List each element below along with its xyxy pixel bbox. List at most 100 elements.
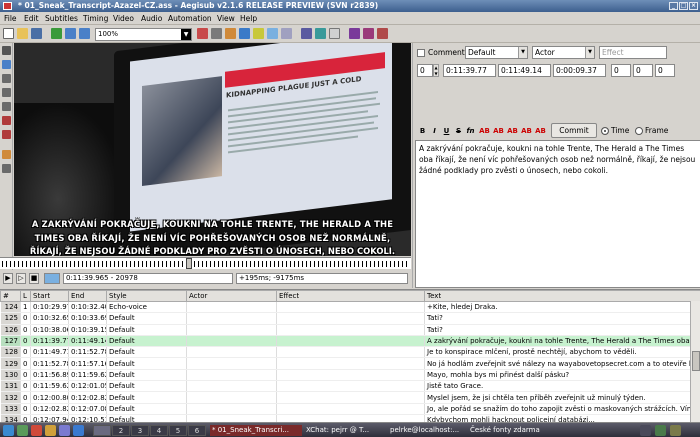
table-row[interactable]: 124 1 0:10:29.97 0:10:32.40 Echo-voice +Kite,… [0, 301, 700, 314]
video-seek-slider[interactable] [0, 257, 411, 269]
menu-audio[interactable]: Audio [141, 14, 162, 23]
vector-clip-icon[interactable] [2, 130, 11, 139]
layer-field[interactable]: 0 [417, 64, 433, 77]
underline-button[interactable]: U [441, 126, 452, 137]
kanji-timer-icon[interactable] [315, 28, 326, 39]
standard-tool-icon[interactable] [2, 46, 11, 55]
zoom-in-icon[interactable] [65, 28, 76, 39]
desktop-4[interactable]: 4 [150, 425, 168, 436]
grid-tag-icon[interactable] [349, 28, 360, 39]
desktop-2[interactable]: 2 [112, 425, 130, 436]
menu-file[interactable]: File [4, 14, 17, 23]
task-aegisub[interactable]: * 01_Sneak_Transcri... [210, 425, 302, 436]
italic-button[interactable]: I [429, 126, 440, 137]
table-row[interactable]: 125 0 0:10:32.65 0:10:33.69 Default Tati? [0, 312, 700, 325]
actor-select[interactable]: Actor ▼ [532, 46, 595, 59]
close-button[interactable]: × [689, 2, 698, 10]
play-icon[interactable]: ▶ [3, 273, 13, 284]
menu-video[interactable]: Video [113, 14, 134, 23]
time-radio[interactable] [601, 127, 609, 135]
task-fonts[interactable]: České fonty zdarma [468, 425, 548, 436]
kde-menu-icon[interactable] [3, 425, 14, 436]
video-display[interactable]: KIDNAPPING PLAGUE JUST A COLD A ZAKRÝVÁN… [14, 43, 411, 256]
grid-tag-hide-icon[interactable] [363, 28, 374, 39]
video-position-field[interactable]: 0:11:39.965 - 20978 [63, 273, 233, 284]
drag-tool-icon[interactable] [2, 60, 11, 69]
styles-manager-icon[interactable] [211, 28, 222, 39]
desktop-3[interactable]: 3 [131, 425, 149, 436]
margin-vertical-field[interactable]: 0 [655, 64, 675, 77]
attachments-icon[interactable] [225, 28, 236, 39]
primary-color-button[interactable]: AB [479, 126, 490, 137]
subtitles-grid[interactable]: # L Start End Style Actor Effect Text 12… [0, 289, 700, 422]
minimize-button[interactable]: _ [669, 2, 678, 10]
layer-spinner[interactable]: ▲ ▼ [433, 64, 439, 77]
seek-thumb[interactable] [186, 258, 192, 269]
duration-field[interactable]: 0:00:09.37 [553, 64, 606, 77]
subtitle-text-editor[interactable]: A zakrývání pokračuje, koukni na tohle T… [415, 140, 700, 288]
style-select[interactable]: Default ▼ [465, 46, 528, 59]
scroll-thumb[interactable] [692, 351, 700, 371]
shadow-color-button[interactable]: AB [521, 126, 532, 137]
table-row[interactable]: 127 0 0:11:39.77 0:11:49.14 Default A zakrývá… [0, 335, 700, 348]
table-row[interactable]: 128 0 0:11:49.71 0:11:52.78 Default Je to kon… [0, 346, 700, 359]
fonts-collector-icon[interactable] [253, 28, 264, 39]
stop-icon[interactable]: ■ [29, 273, 39, 284]
desktop-1[interactable] [93, 425, 111, 436]
menu-view[interactable]: View [217, 14, 235, 23]
mail-icon[interactable] [73, 425, 84, 436]
menu-subtitles[interactable]: Subtitles [45, 14, 78, 23]
end-time-field[interactable]: 0:11:49.14 [498, 64, 551, 77]
karaoke-button[interactable]: AB [535, 126, 546, 137]
play-line-icon[interactable]: ▷ [16, 273, 26, 284]
zoom-out-icon[interactable] [79, 28, 90, 39]
subtitle-offset-field[interactable]: +195ms; -9175ms [236, 273, 408, 284]
secondary-color-button[interactable]: AB [493, 126, 504, 137]
outline-color-button[interactable]: AB [507, 126, 518, 137]
toggle-icon[interactable] [2, 164, 11, 173]
save-icon[interactable] [31, 28, 42, 39]
menu-edit[interactable]: Edit [24, 14, 39, 23]
title-bar[interactable]: * 01_Sneak_Transcript-Azazel-CZ.ass - Ae… [0, 0, 700, 12]
menu-automation[interactable]: Automation [168, 14, 212, 23]
rotate-xy-icon[interactable] [2, 88, 11, 97]
menu-timing[interactable]: Timing [83, 14, 108, 23]
col-header-number[interactable]: # [0, 290, 21, 302]
table-row[interactable]: 134 0 0:12:07.94 0:12:10.51 Default Kdybychom… [0, 414, 700, 422]
autoscroll-icon[interactable] [44, 273, 60, 284]
start-time-field[interactable]: 0:11:39.77 [443, 64, 496, 77]
table-row[interactable]: 131 0 0:11:59.62 0:12:01.05 Default Jistě tat… [0, 380, 700, 393]
table-row[interactable]: 132 0 0:12:00.80 0:12:02.82 Default Myslel js… [0, 391, 700, 404]
col-header-text[interactable]: Text [424, 290, 700, 302]
strikeout-button[interactable]: S [453, 126, 464, 137]
table-row[interactable]: 133 0 0:12:02.82 0:12:07.08 Default Jo, ale p… [0, 403, 700, 415]
margin-right-field[interactable]: 0 [633, 64, 653, 77]
realtime-icon[interactable] [2, 150, 11, 159]
scale-tool-icon[interactable] [2, 102, 11, 111]
automation-icon[interactable] [197, 28, 208, 39]
menu-help[interactable]: Help [240, 14, 257, 23]
desktop-5[interactable]: 5 [169, 425, 187, 436]
zoom-select[interactable]: 100% ▼ [95, 28, 192, 41]
translation-icon[interactable] [267, 28, 278, 39]
comment-checkbox[interactable] [417, 49, 425, 57]
maximize-button[interactable]: □ [679, 2, 688, 10]
resample-icon[interactable] [281, 28, 292, 39]
files-icon[interactable] [45, 425, 56, 436]
col-header-style[interactable]: Style [106, 290, 187, 302]
commit-button[interactable]: Commit [551, 123, 597, 138]
frame-radio[interactable] [635, 127, 643, 135]
rotate-z-icon[interactable] [2, 74, 11, 83]
clip-tool-icon[interactable] [2, 116, 11, 125]
grid-tag-simplify-icon[interactable] [377, 28, 388, 39]
desktop-6[interactable]: 6 [188, 425, 206, 436]
timing-post-processor-icon[interactable] [301, 28, 312, 39]
col-header-layer[interactable]: L [20, 290, 31, 302]
task-terminal[interactable]: pelrke@localhost:... [388, 425, 466, 436]
grid-scrollbar[interactable] [690, 301, 700, 422]
col-header-actor[interactable]: Actor [186, 290, 277, 302]
bold-button[interactable]: B [417, 126, 428, 137]
options-icon[interactable] [329, 28, 340, 39]
open-folder-icon[interactable] [17, 28, 28, 39]
terminal-icon[interactable] [59, 425, 70, 436]
